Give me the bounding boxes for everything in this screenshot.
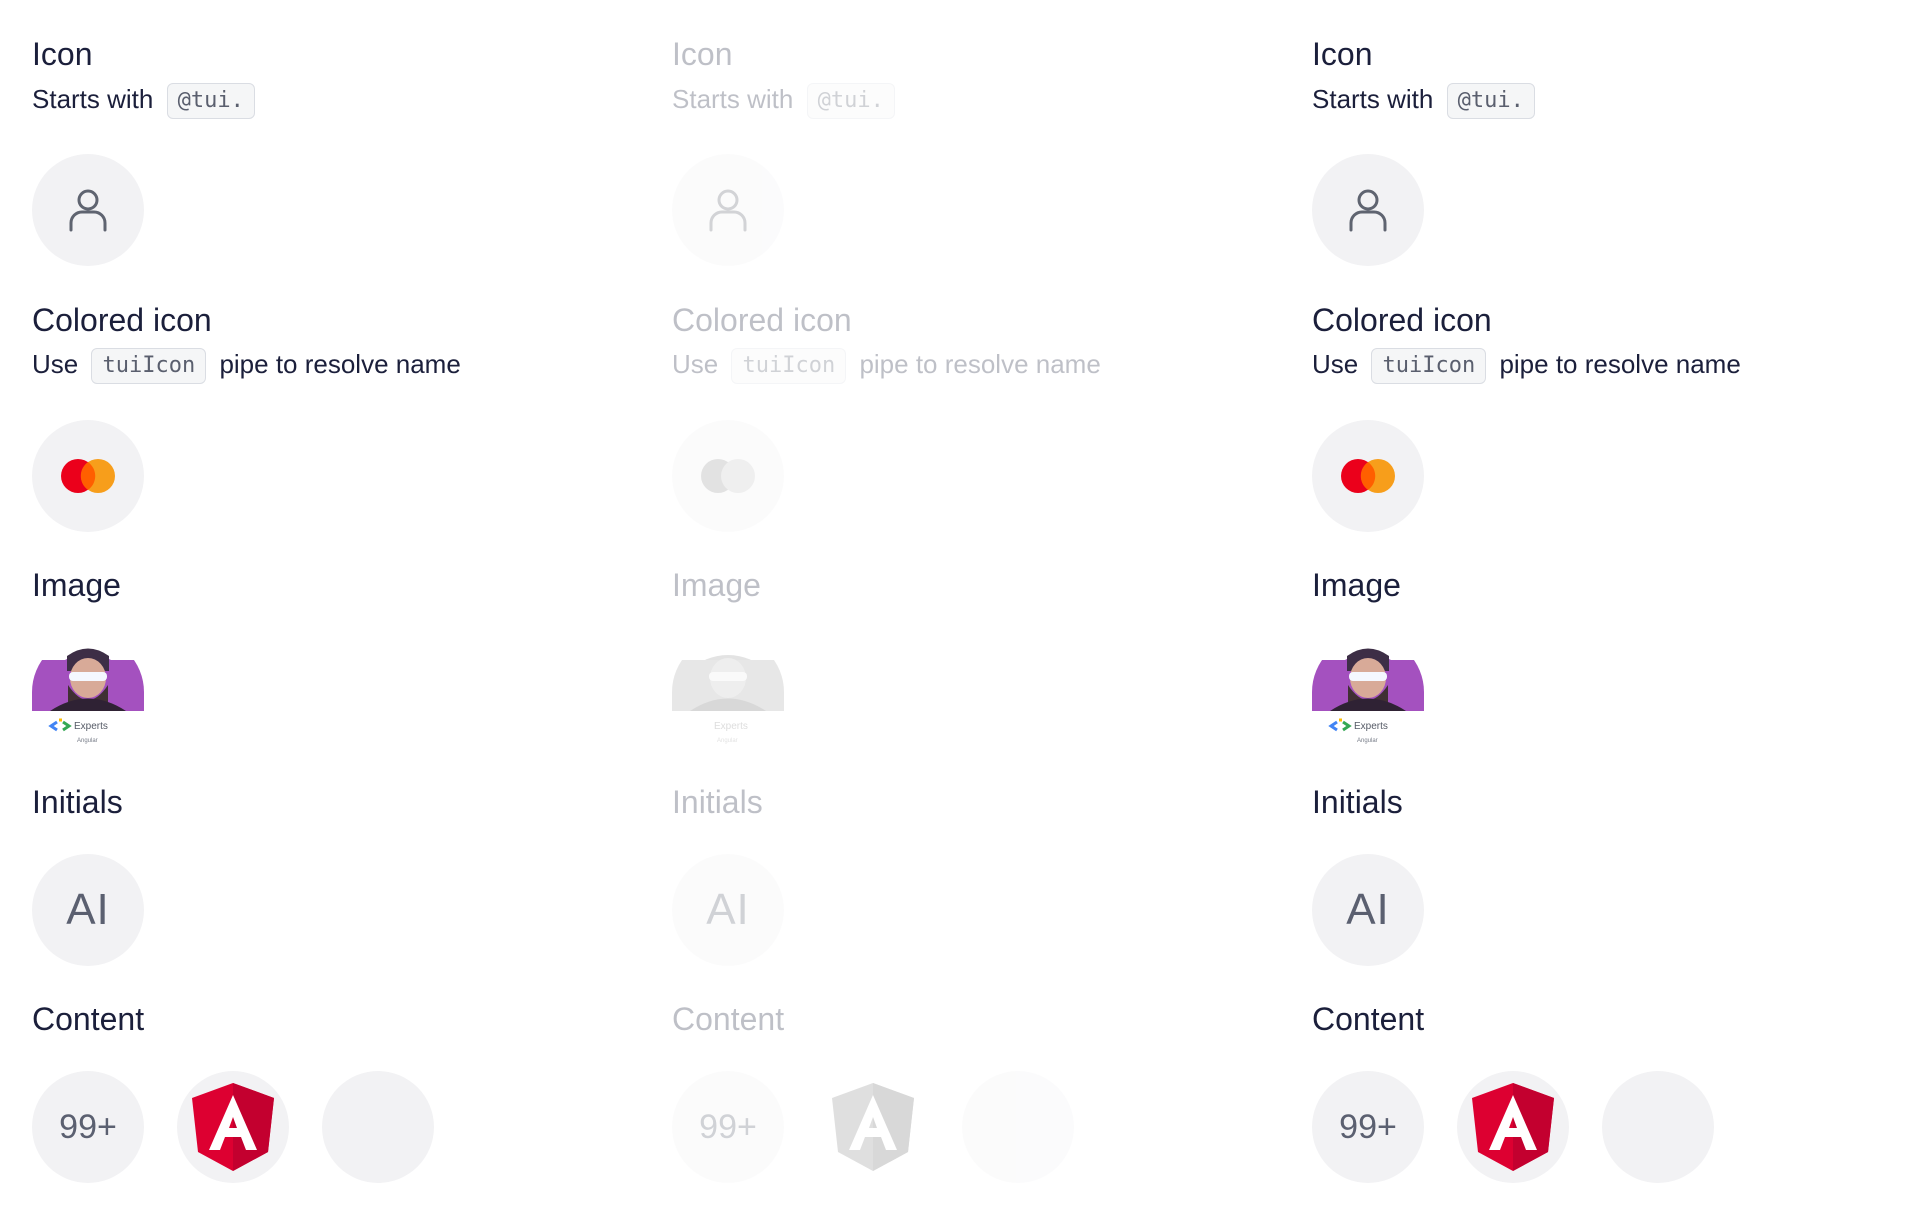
colored-icon-section-description: Use tuiIcon pipe to resolve name bbox=[1312, 347, 1741, 385]
content-section-title: Content bbox=[672, 1001, 785, 1037]
icon-description-prefix: Starts with bbox=[32, 84, 154, 114]
experts-caption: Experts bbox=[714, 721, 748, 732]
icon-section-description: Starts with @tui. bbox=[1312, 82, 1541, 120]
angular-logo-icon bbox=[1472, 1083, 1554, 1171]
colored-icon-section-title: Colored icon bbox=[672, 302, 852, 338]
initials-avatar[interactable]: AI bbox=[1312, 854, 1424, 966]
icon-avatar[interactable] bbox=[1312, 154, 1424, 266]
icon-description-prefix: Starts with bbox=[672, 84, 794, 114]
content-badge-avatar[interactable]: 99+ bbox=[1312, 1071, 1424, 1183]
tuiicon-code: tuiIcon bbox=[731, 348, 847, 385]
image-section-title: Image bbox=[32, 567, 121, 603]
colored-description-suffix: pipe to resolve name bbox=[219, 349, 461, 379]
content-badge-avatar: 99+ bbox=[672, 1071, 784, 1183]
demo-column-default: Icon Starts with @tui. Colored icon Use … bbox=[32, 0, 672, 1208]
icon-description-prefix: Starts with bbox=[1312, 84, 1434, 114]
tuiicon-code: tuiIcon bbox=[1371, 348, 1487, 385]
content-section-title: Content bbox=[1312, 1001, 1425, 1037]
icon-section-description: Starts with @tui. bbox=[32, 82, 261, 120]
angular-caption: Angular bbox=[717, 738, 738, 744]
initials-avatar: AI bbox=[672, 854, 784, 966]
initials-section-title: Initials bbox=[672, 784, 763, 820]
angular-logo-avatar[interactable] bbox=[177, 1071, 289, 1183]
angular-logo-avatar[interactable] bbox=[1457, 1071, 1569, 1183]
avatar-demo-page: Icon Starts with @tui. Colored icon Use … bbox=[0, 0, 1920, 1208]
image-avatar[interactable]: Experts Angular bbox=[1312, 636, 1424, 748]
colored-description-prefix: Use bbox=[32, 349, 79, 379]
angular-caption: Angular bbox=[77, 738, 98, 744]
initials-text: AI bbox=[706, 885, 750, 934]
mastercard-icon bbox=[61, 459, 115, 493]
bottom-card-edge bbox=[0, 1200, 1920, 1208]
icon-prefix-code: @tui. bbox=[1446, 83, 1535, 120]
mastercard-icon bbox=[701, 459, 755, 493]
angular-logo-avatar bbox=[817, 1071, 929, 1183]
initials-text: AI bbox=[66, 885, 110, 934]
initials-section-title: Initials bbox=[32, 784, 123, 820]
colored-description-suffix: pipe to resolve name bbox=[1499, 349, 1741, 379]
image-section-title: Image bbox=[672, 567, 761, 603]
badge-count-text: 99+ bbox=[59, 1107, 117, 1146]
badge-count-text: 99+ bbox=[699, 1107, 757, 1146]
image-section-title: Image bbox=[1312, 567, 1401, 603]
initials-section-title: Initials bbox=[1312, 784, 1403, 820]
angular-logo-icon bbox=[192, 1083, 274, 1171]
icon-avatar[interactable] bbox=[32, 154, 144, 266]
colored-icon-avatar[interactable] bbox=[1312, 420, 1424, 532]
colored-icon-avatar[interactable] bbox=[32, 420, 144, 532]
image-avatar: Experts Angular bbox=[672, 636, 784, 748]
colored-icon-section-description: Use tuiIcon pipe to resolve name bbox=[32, 347, 461, 385]
icon-prefix-code: @tui. bbox=[806, 83, 895, 120]
colored-description-suffix: pipe to resolve name bbox=[859, 349, 1101, 379]
mastercard-icon bbox=[1341, 459, 1395, 493]
profile-photo: Experts Angular bbox=[32, 636, 144, 748]
badge-count-text: 99+ bbox=[1339, 1107, 1397, 1146]
icon-avatar bbox=[672, 154, 784, 266]
colored-description-prefix: Use bbox=[1312, 349, 1359, 379]
empty-content-avatar bbox=[962, 1071, 1074, 1183]
user-icon bbox=[1349, 189, 1387, 232]
profile-photo: Experts Angular bbox=[1312, 636, 1424, 748]
angular-logo-icon bbox=[832, 1083, 914, 1171]
colored-icon-avatar bbox=[672, 420, 784, 532]
content-section-title: Content bbox=[32, 1001, 145, 1037]
icon-prefix-code: @tui. bbox=[166, 83, 255, 120]
empty-content-avatar[interactable] bbox=[1602, 1071, 1714, 1183]
icon-section-title: Icon bbox=[1312, 36, 1373, 72]
experts-caption: Experts bbox=[74, 721, 108, 732]
empty-content-avatar[interactable] bbox=[322, 1071, 434, 1183]
demo-column-default-copy: Icon Starts with @tui. Colored icon Use … bbox=[1312, 0, 1920, 1208]
tuiicon-code: tuiIcon bbox=[91, 348, 207, 385]
experts-caption: Experts bbox=[1354, 721, 1388, 732]
colored-description-prefix: Use bbox=[672, 349, 719, 379]
colored-icon-section-description: Use tuiIcon pipe to resolve name bbox=[672, 347, 1101, 385]
colored-icon-section-title: Colored icon bbox=[32, 302, 212, 338]
content-badge-avatar[interactable]: 99+ bbox=[32, 1071, 144, 1183]
initials-text: AI bbox=[1346, 885, 1390, 934]
profile-photo: Experts Angular bbox=[672, 636, 784, 748]
user-icon bbox=[69, 189, 107, 232]
colored-icon-section-title: Colored icon bbox=[1312, 302, 1492, 338]
icon-section-description: Starts with @tui. bbox=[672, 82, 901, 120]
user-icon bbox=[709, 189, 747, 232]
angular-caption: Angular bbox=[1357, 738, 1378, 744]
image-avatar[interactable]: Experts Angular bbox=[32, 636, 144, 748]
icon-section-title: Icon bbox=[32, 36, 93, 72]
demo-column-disabled: Icon Starts with @tui. Colored icon Use … bbox=[672, 0, 1312, 1208]
initials-avatar[interactable]: AI bbox=[32, 854, 144, 966]
icon-section-title: Icon bbox=[672, 36, 733, 72]
